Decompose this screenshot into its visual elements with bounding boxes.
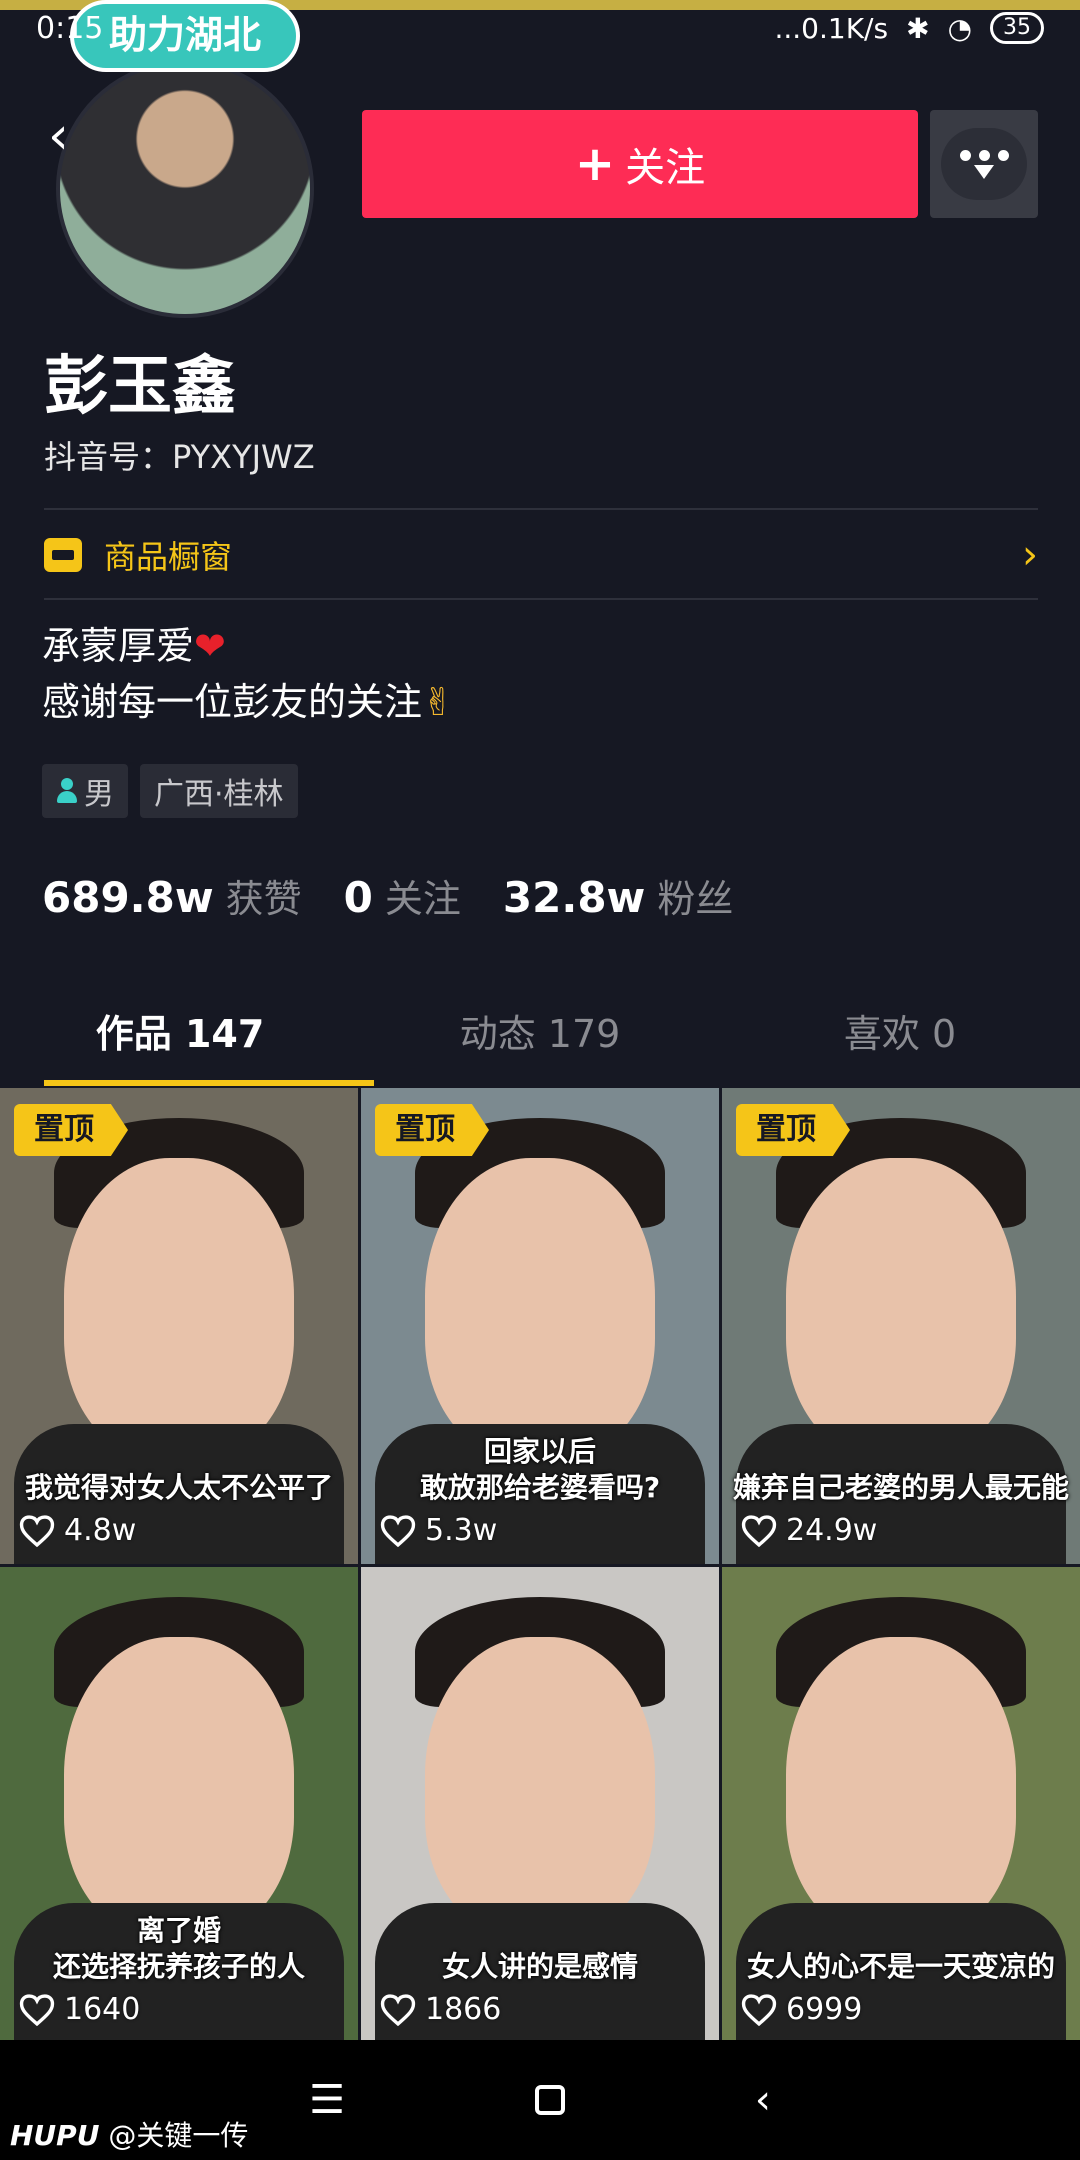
video-caption: 离了婚 还选择抚养孩子的人: [52, 1914, 305, 1983]
heart-icon: [19, 1514, 55, 1547]
stat-following-label: 关注: [384, 877, 461, 921]
stat-likes-num: 689.8w: [42, 873, 214, 922]
likes-count: 4.8w: [64, 1513, 137, 1548]
heart-icon: [380, 1514, 416, 1547]
profile-tags: 男 广西·桂林: [42, 764, 298, 818]
net-speed: ...0.1K/s: [774, 11, 889, 45]
stat-likes[interactable]: 689.8w 获赞: [42, 868, 302, 923]
more-icon: [941, 128, 1027, 200]
thumbnail-face: [425, 1158, 655, 1458]
video-likes: 6999: [740, 1992, 862, 2027]
likes-count: 6999: [786, 1992, 863, 2027]
back-arrow-icon: ‹: [48, 106, 69, 166]
likes-count: 5.3w: [425, 1513, 498, 1548]
thumbnail-face: [64, 1637, 294, 1937]
heart-icon: [19, 1993, 55, 2026]
shop-icon: [44, 538, 82, 572]
video-likes: 4.8w: [18, 1513, 136, 1548]
bluetooth-icon: ✱: [906, 11, 930, 45]
video-thumbnail[interactable]: 置顶嫌弃自己老婆的男人最无能 24.9w: [722, 1088, 1080, 1564]
bio-line-2: 感谢每一位彭友的关注: [42, 680, 423, 724]
thumbnail-face: [425, 1637, 655, 1937]
menu-icon[interactable]: ☰: [309, 2077, 345, 2123]
video-caption: 女人的心不是一天变凉的: [746, 1950, 1055, 1983]
pinned-badge: 置顶: [375, 1104, 489, 1156]
pinned-badge: 置顶: [14, 1104, 128, 1156]
follow-button[interactable]: + 关注: [362, 110, 918, 218]
watermark-handle: @关键一传: [108, 2119, 249, 2152]
likes-count: 1640: [64, 1992, 141, 2027]
video-likes: 24.9w: [740, 1513, 877, 1548]
video-likes: 1640: [18, 1992, 140, 2027]
status-icons: ...0.1K/s ✱ ◔ 35: [774, 12, 1044, 45]
person-icon: [56, 778, 78, 804]
likes-count: 1866: [425, 1992, 502, 2027]
watermark: HUPU @关键一传: [10, 2114, 248, 2154]
video-thumbnail[interactable]: 置顶我觉得对女人太不公平了 4.8w: [0, 1088, 358, 1564]
hand-emoji-icon: ✌: [422, 680, 454, 724]
video-likes: 1866: [379, 1992, 501, 2027]
stat-followers-num: 32.8w: [502, 873, 646, 922]
tab-likes[interactable]: 喜欢 0: [720, 990, 1080, 1086]
douyin-id: 抖音号：PYXYJWZ: [44, 438, 315, 476]
video-caption: 嫌弃自己老婆的男人最无能: [732, 1471, 1069, 1504]
thumbnail-face: [786, 1637, 1016, 1937]
video-thumbnail[interactable]: 置顶回家以后 敢放那给老婆看吗? 5.3w: [361, 1088, 719, 1564]
location-label: 广西·桂林: [154, 777, 284, 812]
back-button[interactable]: ‹: [48, 110, 92, 162]
stat-followers-label: 粉丝: [657, 877, 734, 921]
video-likes: 5.3w: [379, 1513, 497, 1548]
video-thumbnail[interactable]: 女人的心不是一天变凉的 6999: [722, 1567, 1080, 2043]
gender-tag: 男: [42, 764, 128, 818]
follow-label: 关注: [625, 145, 706, 191]
likes-count: 24.9w: [786, 1513, 878, 1548]
heart-icon: [741, 1514, 777, 1547]
status-time: 0:15: [36, 10, 104, 46]
thumbnail-face: [64, 1158, 294, 1458]
content-tabs: 作品 147 动态 179 喜欢 0: [0, 990, 1080, 1086]
video-thumbnail[interactable]: 离了婚 还选择抚养孩子的人 1640: [0, 1567, 358, 2043]
watermark-brand: HUPU: [10, 2119, 100, 2152]
status-bar: 0:15 ...0.1K/s ✱ ◔ 35: [0, 0, 1080, 56]
tab-works[interactable]: 作品 147: [0, 990, 374, 1086]
video-thumbnail[interactable]: 女人讲的是感情 1866: [361, 1567, 719, 2043]
tab-dynamics[interactable]: 动态 179: [360, 990, 720, 1086]
video-caption: 回家以后 敢放那给老婆看吗?: [419, 1435, 661, 1504]
profile-name: 彭玉鑫: [44, 350, 236, 424]
back-nav-icon[interactable]: ‹: [755, 2077, 771, 2123]
heart-emoji-icon: ❤: [194, 624, 226, 668]
shop-window-label: 商品橱窗: [104, 538, 233, 576]
more-options-button[interactable]: [930, 110, 1038, 218]
heart-icon: [380, 1993, 416, 2026]
video-caption: 我觉得对女人太不公平了: [24, 1471, 333, 1504]
battery-icon: 35: [990, 12, 1044, 44]
video-caption: 女人讲的是感情: [441, 1950, 638, 1983]
divider: [44, 598, 1038, 600]
location-tag: 广西·桂林: [140, 764, 298, 818]
bio-line-1: 承蒙厚爱: [42, 624, 195, 668]
stat-followers[interactable]: 32.8w 粉丝: [503, 868, 733, 923]
wifi-icon: ◔: [947, 11, 972, 45]
avatar[interactable]: [56, 60, 314, 318]
chevron-right-icon: ›: [1022, 532, 1038, 578]
thumbnail-face: [786, 1158, 1016, 1458]
stat-likes-label: 获赞: [225, 877, 302, 921]
plus-icon: +: [574, 136, 616, 192]
heart-icon: [741, 1993, 777, 2026]
gender-label: 男: [84, 777, 114, 812]
stat-following[interactable]: 0 关注: [344, 868, 461, 923]
pinned-badge: 置顶: [736, 1104, 850, 1156]
home-icon[interactable]: [534, 2085, 565, 2115]
video-grid: 置顶我觉得对女人太不公平了 4.8w 置顶回家以后 敢放那给老婆看吗? 5.3w 置顶嫌…: [0, 1088, 1080, 2043]
shop-window-row[interactable]: 商品橱窗 ›: [44, 510, 1038, 600]
profile-stats: 689.8w 获赞 0 关注 32.8w 粉丝: [42, 868, 775, 923]
stat-following-num: 0: [343, 873, 373, 922]
bio: 承蒙厚爱❤ 感谢每一位彭友的关注✌: [42, 618, 454, 730]
